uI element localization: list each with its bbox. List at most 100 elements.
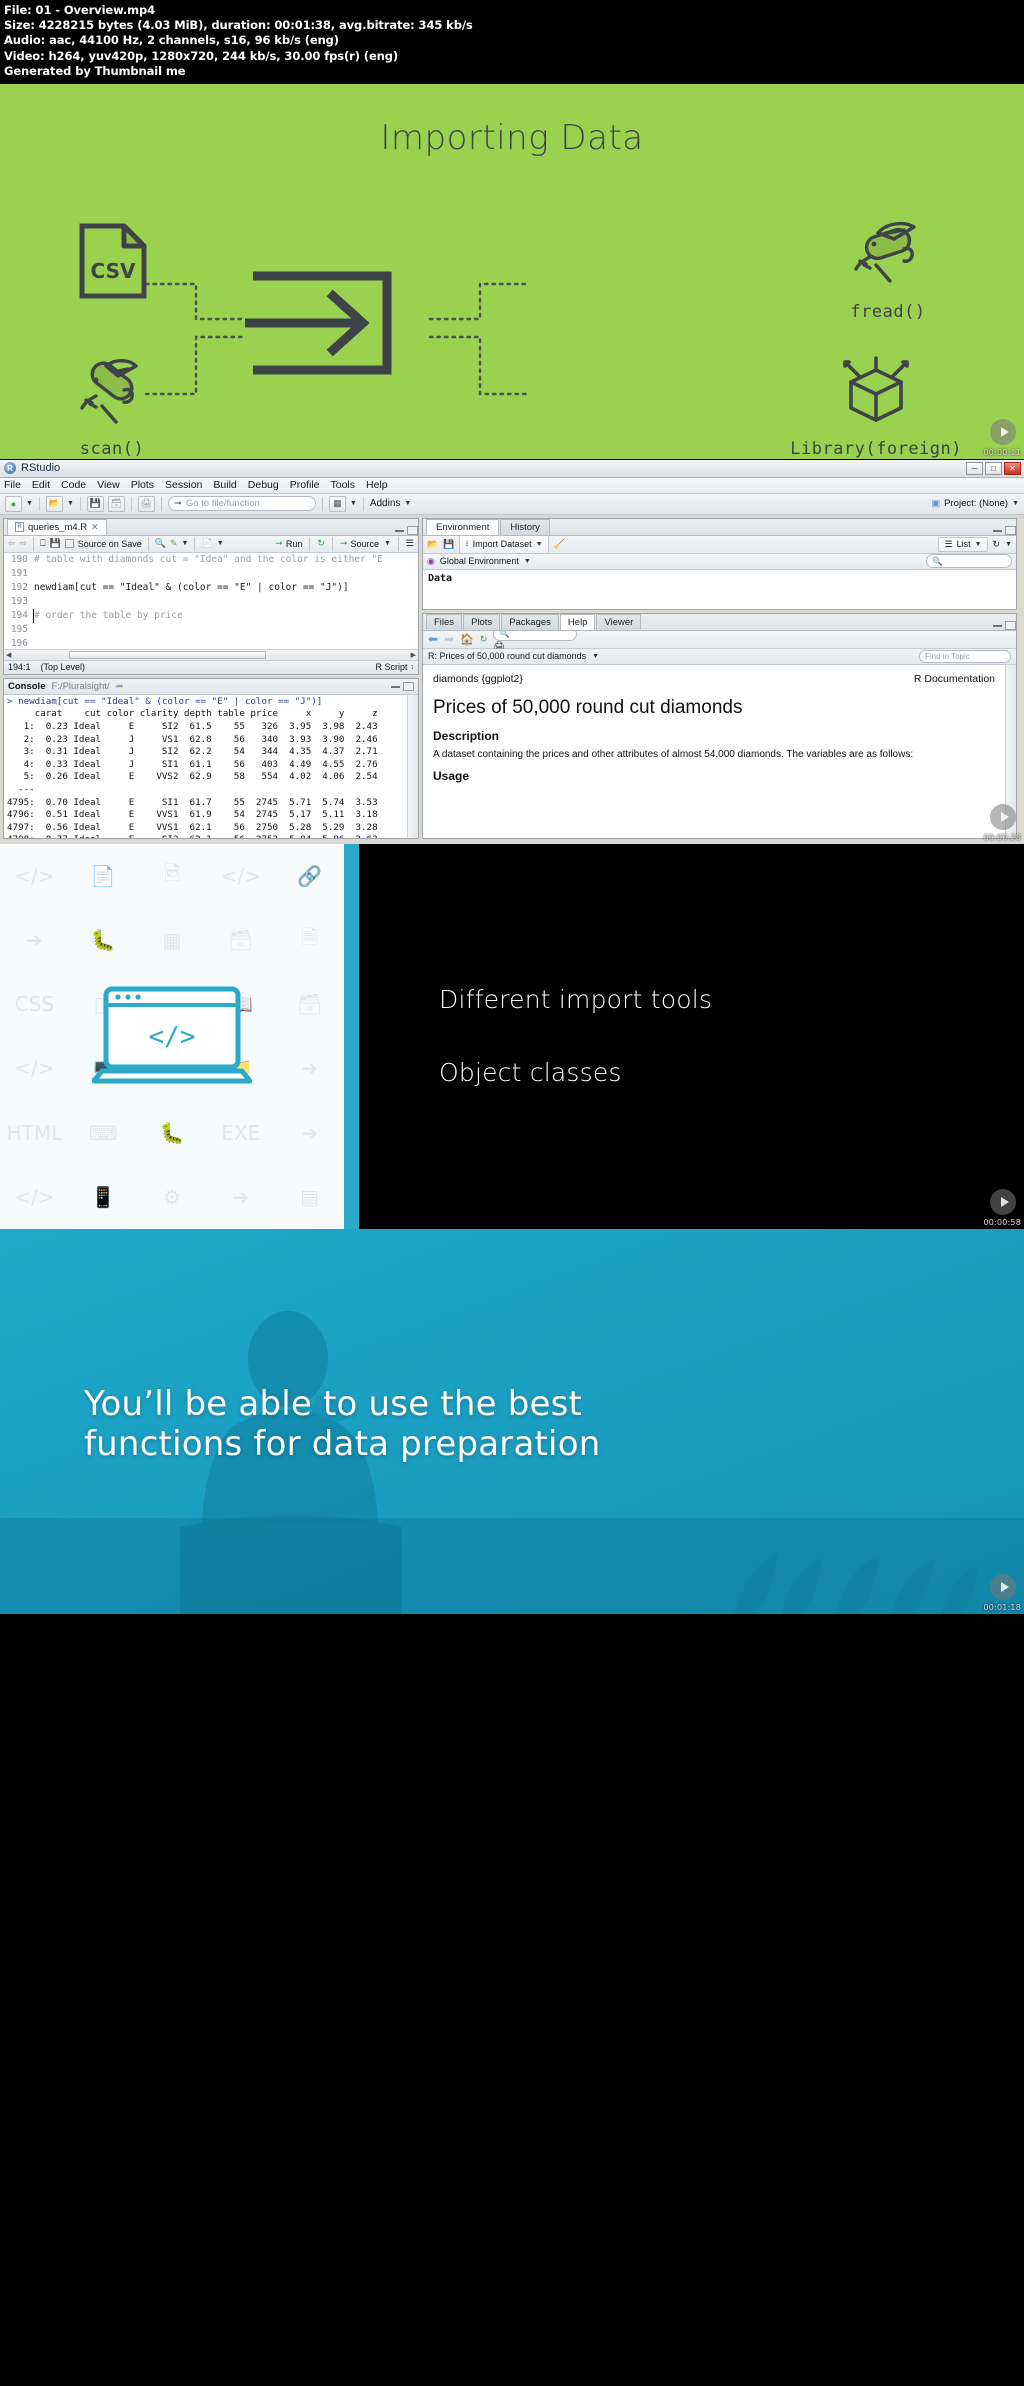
close-button[interactable]: ✕: [1004, 461, 1021, 475]
menu-item-plots[interactable]: Plots: [131, 479, 154, 491]
menu-item-tools[interactable]: Tools: [330, 479, 355, 491]
console-output[interactable]: > newdiam[cut == "Ideal" & (color == "E"…: [4, 694, 407, 838]
minimize-pane-icon[interactable]: [993, 623, 1002, 628]
find-in-topic-input[interactable]: Find in Topic: [919, 649, 1011, 663]
editor-type-dropdown-icon[interactable]: ↕: [411, 664, 415, 671]
maximize-button[interactable]: □: [985, 461, 1002, 475]
open-file-dropdown-icon[interactable]: ▼: [67, 500, 74, 507]
new-file-icon[interactable]: ●: [5, 495, 22, 512]
tab-plots[interactable]: Plots: [463, 613, 501, 630]
editor-type[interactable]: R Script ↕: [375, 662, 414, 672]
play-button-overlay[interactable]: [990, 1573, 1016, 1600]
minimize-pane-icon[interactable]: [993, 528, 1002, 533]
rerun-icon[interactable]: ↻: [317, 538, 325, 549]
console-popout-icon[interactable]: ➦: [116, 681, 124, 692]
menu-item-code[interactable]: Code: [61, 479, 86, 491]
menu-item-debug[interactable]: Debug: [248, 479, 279, 491]
run-button[interactable]: ➞ Run: [275, 538, 302, 549]
minimize-pane-icon[interactable]: [391, 684, 400, 689]
scope-label[interactable]: (Top Level): [41, 662, 86, 672]
toolbar-divider: [309, 536, 311, 551]
code-tools-icon[interactable]: ✎: [170, 538, 178, 549]
workspace-panes-icon[interactable]: ▦: [328, 495, 346, 512]
help-refresh-icon[interactable]: ↻: [480, 634, 488, 645]
menu-item-build[interactable]: Build: [213, 479, 236, 491]
import-dataset-button[interactable]: ⭳ Import Dataset ▼: [459, 534, 549, 555]
tab-packages[interactable]: Packages: [501, 613, 559, 630]
project-dropdown-icon[interactable]: ▼: [1012, 500, 1019, 507]
maximize-pane-icon[interactable]: [407, 525, 418, 535]
line-number: 194: [4, 608, 34, 623]
global-env-dropdown-icon[interactable]: ▼: [524, 558, 531, 565]
close-tab-icon[interactable]: ✕: [91, 522, 99, 533]
minimize-pane-icon[interactable]: [395, 528, 404, 533]
tab-help[interactable]: Help: [559, 613, 596, 630]
source-button[interactable]: ➞ Source: [340, 538, 379, 549]
tab-files[interactable]: Files: [426, 613, 463, 630]
toolbar-divider: [79, 496, 81, 511]
maximize-pane-icon[interactable]: [1005, 620, 1016, 630]
console-tab-label[interactable]: Console: [8, 681, 45, 692]
save-icon[interactable]: 💾: [86, 495, 104, 512]
outline-icon[interactable]: ☰: [406, 538, 414, 549]
maximize-pane-icon[interactable]: [1005, 525, 1016, 535]
play-button-overlay[interactable]: [990, 418, 1016, 445]
addins-dropdown-icon[interactable]: ▼: [404, 500, 411, 507]
timestamp: 00:01:18: [983, 1602, 1021, 1612]
menu-item-help[interactable]: Help: [366, 479, 388, 491]
panes-dropdown-icon[interactable]: ▼: [350, 500, 357, 507]
refresh-dropdown-icon[interactable]: ▼: [1005, 541, 1012, 548]
new-file-dropdown-icon[interactable]: ▼: [26, 500, 33, 507]
menu-item-view[interactable]: View: [97, 479, 120, 491]
tab-viewer[interactable]: Viewer: [596, 613, 642, 630]
code-area[interactable]: 190 # table with diamonds cut = "Idea" an…: [4, 552, 418, 649]
console-vertical-scrollbar[interactable]: [407, 694, 418, 838]
menu-item-edit[interactable]: Edit: [32, 479, 50, 491]
code-tools-dropdown-icon[interactable]: ▼: [182, 540, 189, 547]
compile-dropdown-icon[interactable]: ▼: [217, 540, 224, 547]
help-forward-icon[interactable]: ➡: [444, 632, 454, 646]
show-in-new-window-icon[interactable]: ⎕: [40, 538, 45, 549]
refresh-icon[interactable]: ↻: [993, 539, 1001, 550]
addins-label[interactable]: Addins: [370, 498, 401, 509]
scroll-left-icon[interactable]: ◀: [6, 651, 11, 659]
list-dropdown-icon[interactable]: ▼: [975, 541, 982, 548]
project-selector[interactable]: ▣ Project: (None) ▼: [931, 498, 1019, 509]
back-arrow-icon[interactable]: ⇦: [8, 538, 16, 549]
menu-item-profile[interactable]: Profile: [290, 479, 320, 491]
maximize-pane-icon[interactable]: [403, 681, 414, 691]
open-file-icon[interactable]: 📂: [45, 495, 63, 512]
find-icon[interactable]: 🔍: [155, 538, 166, 549]
source-dropdown-icon[interactable]: ▼: [384, 540, 391, 547]
clear-workspace-icon[interactable]: 🧹: [554, 539, 565, 550]
minimize-button[interactable]: ─: [966, 461, 983, 475]
save-workspace-icon[interactable]: 💾: [443, 539, 454, 550]
tab-history[interactable]: History: [500, 518, 550, 535]
help-breadcrumb[interactable]: R: Prices of 50,000 round cut diamonds: [428, 651, 586, 661]
node-scan: scan(): [72, 356, 152, 459]
save-all-icon[interactable]: 🗃: [107, 495, 125, 512]
menu-item-session[interactable]: Session: [165, 479, 202, 491]
play-button-overlay[interactable]: [990, 803, 1016, 830]
scrollbar-thumb[interactable]: [68, 650, 266, 659]
goto-file-input[interactable]: ➞ Go to file/function: [167, 496, 316, 512]
environment-search-input[interactable]: 🔍: [926, 554, 1012, 569]
editor-tab-queries[interactable]: R queries_m4.R ✕: [7, 518, 107, 535]
editor-horizontal-scrollbar[interactable]: ◀ ▶: [4, 648, 418, 660]
list-view-button[interactable]: ☰ List ▼: [938, 536, 988, 552]
forward-arrow-icon[interactable]: ⇨: [20, 538, 28, 549]
menu-item-file[interactable]: File: [4, 479, 21, 491]
breadcrumb-dropdown-icon[interactable]: ▼: [592, 653, 599, 660]
global-env-label[interactable]: Global Environment: [440, 556, 519, 566]
import-dropdown-icon[interactable]: ▼: [536, 541, 543, 548]
save-editor-icon[interactable]: 💾: [50, 538, 61, 549]
tab-environment[interactable]: Environment: [426, 518, 500, 535]
source-on-save-checkbox[interactable]: [64, 539, 74, 549]
help-back-icon[interactable]: ⬅: [428, 632, 438, 646]
scroll-right-icon[interactable]: ▶: [411, 651, 416, 659]
compile-report-icon[interactable]: 📄: [201, 538, 212, 549]
open-workspace-icon[interactable]: 📂: [427, 539, 438, 550]
print-icon[interactable]: 🖨: [137, 495, 155, 512]
play-button-overlay[interactable]: [990, 1188, 1016, 1215]
help-home-icon[interactable]: 🏠: [460, 633, 474, 646]
